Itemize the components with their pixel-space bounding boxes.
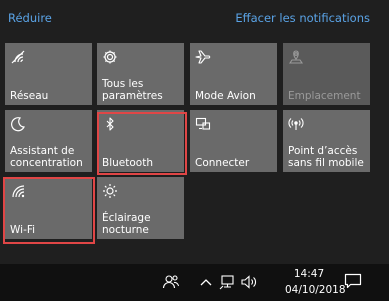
tile-network-label: Réseau — [10, 90, 49, 102]
network-tray-icon[interactable] — [219, 273, 237, 291]
wifi-icon — [10, 183, 26, 199]
tile-all-settings-label: Tous les paramètres — [102, 78, 163, 102]
location-icon — [288, 49, 304, 65]
chevron-up-icon[interactable] — [197, 273, 215, 291]
taskbar: 14:47 04/10/2018 — [0, 264, 389, 301]
brightness-icon — [102, 183, 118, 199]
tile-wifi[interactable]: Wi-Fi — [5, 177, 92, 239]
tile-mobile-hotspot[interactable]: Point d’accès sans fil mobile — [283, 110, 370, 172]
clock-time: 14:47 — [293, 268, 325, 280]
action-center-icon[interactable] — [343, 271, 363, 291]
action-center-panel: Réduire Effacer les notifications Réseau… — [0, 0, 389, 264]
tile-airplane-mode[interactable]: Mode Avion — [190, 43, 277, 105]
tile-all-settings[interactable]: Tous les paramètres — [97, 43, 184, 105]
people-icon[interactable] — [162, 273, 180, 291]
tile-connect[interactable]: Connecter — [190, 110, 277, 172]
tile-bluetooth-label: Bluetooth — [102, 157, 153, 169]
tile-focus-assist[interactable]: Assistant de concentration — [5, 110, 92, 172]
collapse-link[interactable]: Réduire — [8, 11, 52, 25]
tile-night-light-label: Éclairage nocturne — [102, 212, 151, 236]
tile-network[interactable]: Réseau — [5, 43, 92, 105]
tile-wifi-label: Wi-Fi — [10, 224, 36, 236]
airplane-icon — [195, 49, 211, 65]
tile-mobile-hotspot-label: Point d’accès sans fil mobile — [288, 145, 364, 169]
bluetooth-icon — [102, 116, 118, 132]
network-icon — [10, 49, 26, 65]
moon-icon — [10, 116, 26, 132]
clock-date: 04/10/2018 — [285, 284, 346, 296]
tile-night-light[interactable]: Éclairage nocturne — [97, 177, 184, 239]
tile-connect-label: Connecter — [195, 157, 250, 169]
tile-airplane-mode-label: Mode Avion — [195, 90, 256, 102]
tile-focus-assist-label: Assistant de concentration — [10, 145, 83, 169]
gear-icon — [102, 49, 118, 65]
volume-icon[interactable] — [240, 273, 258, 291]
clear-notifications-link[interactable]: Effacer les notifications — [235, 11, 370, 25]
tile-bluetooth[interactable]: Bluetooth — [97, 110, 184, 172]
tile-location[interactable]: Emplacement — [283, 43, 370, 105]
taskbar-clock[interactable]: 14:47 04/10/2018 — [285, 266, 346, 298]
hotspot-icon — [288, 116, 304, 132]
tile-location-label: Emplacement — [288, 90, 361, 102]
connect-icon — [195, 116, 211, 132]
